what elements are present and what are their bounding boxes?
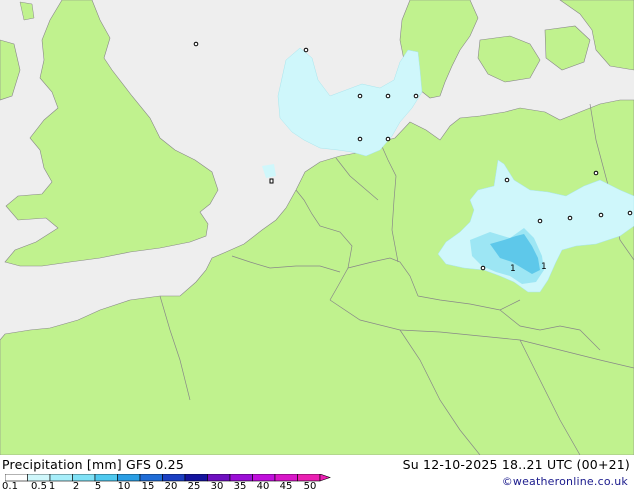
city-marker bbox=[504, 177, 510, 183]
colorbar-tick-label: 25 bbox=[187, 481, 201, 492]
colorbar-segment bbox=[117, 474, 141, 482]
colorbar-tick-label: 0.5 bbox=[31, 481, 47, 492]
city-marker bbox=[193, 41, 199, 47]
colorbar-tick-label: 10 bbox=[117, 481, 131, 492]
city-marker bbox=[385, 93, 391, 99]
city-marker bbox=[385, 136, 391, 142]
city-marker bbox=[627, 210, 633, 216]
colorbar-segment bbox=[27, 474, 51, 482]
colorbar-tick-label: 15 bbox=[141, 481, 155, 492]
colorbar-tick-label: 5 bbox=[94, 481, 102, 492]
colorbar-tick-label: 2 bbox=[72, 481, 80, 492]
colorbar-segment bbox=[72, 474, 96, 482]
city-marker bbox=[303, 47, 309, 53]
colorbar-segment bbox=[274, 474, 298, 482]
precipitation-map: 1 1 bbox=[0, 0, 634, 455]
colorbar-segment bbox=[162, 474, 186, 482]
precip-value-label: 1 bbox=[510, 264, 516, 274]
city-marker bbox=[480, 265, 486, 271]
colorbar-arrow bbox=[319, 474, 331, 482]
city-marker bbox=[413, 93, 419, 99]
colorbar-tick-label: 50 bbox=[303, 481, 317, 492]
colorbar-segment bbox=[207, 474, 231, 482]
valid-time: Su 12-10-2025 18..21 UTC (00+21) bbox=[402, 457, 630, 472]
colorbar-tick-label: 35 bbox=[233, 481, 247, 492]
colorbar-tick-label: 0.1 bbox=[2, 481, 18, 492]
colorbar-segment bbox=[49, 474, 73, 482]
site-credit: ©weatheronline.co.uk bbox=[501, 475, 628, 488]
city-marker bbox=[357, 93, 363, 99]
colorbar-tick-label: 20 bbox=[164, 481, 178, 492]
colorbar-segment bbox=[139, 474, 163, 482]
map-title: Precipitation [mm] GFS 0.25 bbox=[2, 457, 184, 472]
city-marker bbox=[537, 218, 543, 224]
city-marker bbox=[567, 215, 573, 221]
colorbar-segment bbox=[229, 474, 253, 482]
colorbar-segment bbox=[184, 474, 208, 482]
colorbar-segment bbox=[297, 474, 321, 482]
colorbar-segment bbox=[94, 474, 118, 482]
city-marker bbox=[593, 170, 599, 176]
colorbar-tick-label: 40 bbox=[256, 481, 270, 492]
colorbar-tick-label: 30 bbox=[210, 481, 224, 492]
colorbar-segment bbox=[252, 474, 276, 482]
colorbar-tick-label: 1 bbox=[48, 481, 56, 492]
city-marker bbox=[269, 178, 274, 184]
city-marker bbox=[598, 212, 604, 218]
precip-value-label: 1 bbox=[541, 262, 547, 272]
colorbar-tick-label: 45 bbox=[279, 481, 293, 492]
city-marker bbox=[357, 136, 363, 142]
colorbar-segment bbox=[5, 474, 28, 482]
